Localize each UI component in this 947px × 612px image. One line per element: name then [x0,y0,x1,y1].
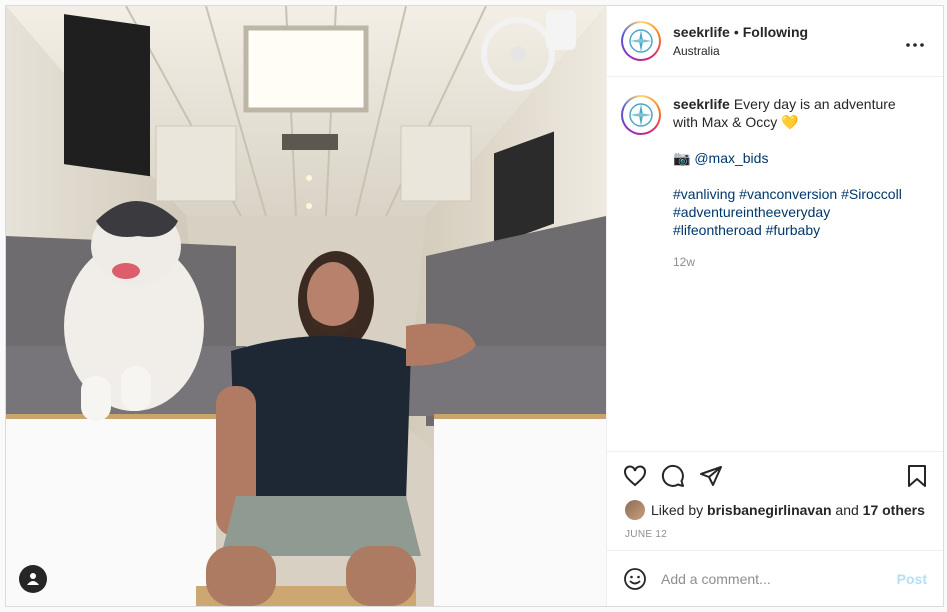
hashtag-link[interactable]: #Siroccoll [841,186,902,202]
profile-avatar[interactable] [621,21,661,61]
action-bar [607,451,943,499]
post-comment-button[interactable]: Post [897,571,927,587]
likes-middle: and [835,502,859,518]
hashtag-list: #vanliving #vanconversion #Siroccoll #ad… [673,185,908,239]
hashtag-link[interactable]: #vanconversion [739,186,837,202]
heart-icon [624,464,646,486]
share-button[interactable] [697,462,725,490]
share-icon [700,465,722,486]
hashtag-link[interactable]: #furbaby [766,222,820,238]
likes-prefix: Liked by [651,502,704,518]
compass-logo-icon [629,103,653,127]
mention-link[interactable]: @max_bids [694,150,768,166]
compass-logo-icon [629,29,653,53]
tagged-users-button[interactable] [19,565,47,593]
header-separator: • [733,24,739,40]
post-location[interactable]: Australia [673,44,903,58]
post-sidebar: seekrlife • Following Australia seekrlif… [606,6,943,606]
comment-button[interactable] [659,462,687,490]
smiley-icon[interactable] [623,567,647,591]
bookmark-icon [908,464,926,487]
save-button[interactable] [903,462,931,490]
hashtag-link[interactable]: #adventureintheeveryday [673,204,830,220]
yellow-heart-emoji: 💛 [781,114,799,130]
post-header: seekrlife • Following Australia [607,6,943,77]
more-options-button[interactable] [903,30,927,53]
likes-summary: Liked by brisbanegirlinavan and 17 other… [607,499,943,521]
caption-avatar[interactable] [621,95,661,135]
comment-input[interactable] [659,569,897,588]
follow-status-button[interactable]: Following [743,24,808,40]
post-date[interactable]: JUNE 12 [607,521,943,550]
post-photo[interactable] [6,6,606,606]
camera-emoji: 📷 [673,150,691,166]
caption-username[interactable]: seekrlife [673,96,730,112]
more-horizontal-icon [906,42,924,47]
header-username[interactable]: seekrlife [673,24,730,40]
comment-bar: Post [607,550,943,606]
caption: seekrlife Every day is an adventure with … [621,95,927,271]
liker-avatar[interactable] [625,500,645,520]
caption-area: seekrlife Every day is an adventure with … [607,77,943,451]
likes-others-link[interactable]: 17 others [863,502,925,518]
van-interior-photo [6,6,606,606]
hashtag-link[interactable]: #lifeontheroad [673,222,762,238]
caption-timestamp[interactable]: 12w [673,253,908,271]
post-frame: seekrlife • Following Australia seekrlif… [5,5,944,607]
user-tag-icon [27,573,39,585]
hashtag-link[interactable]: #vanliving [673,186,735,202]
liker-username[interactable]: brisbanegirlinavan [707,502,831,518]
like-button[interactable] [621,462,649,490]
comment-icon [661,464,684,487]
